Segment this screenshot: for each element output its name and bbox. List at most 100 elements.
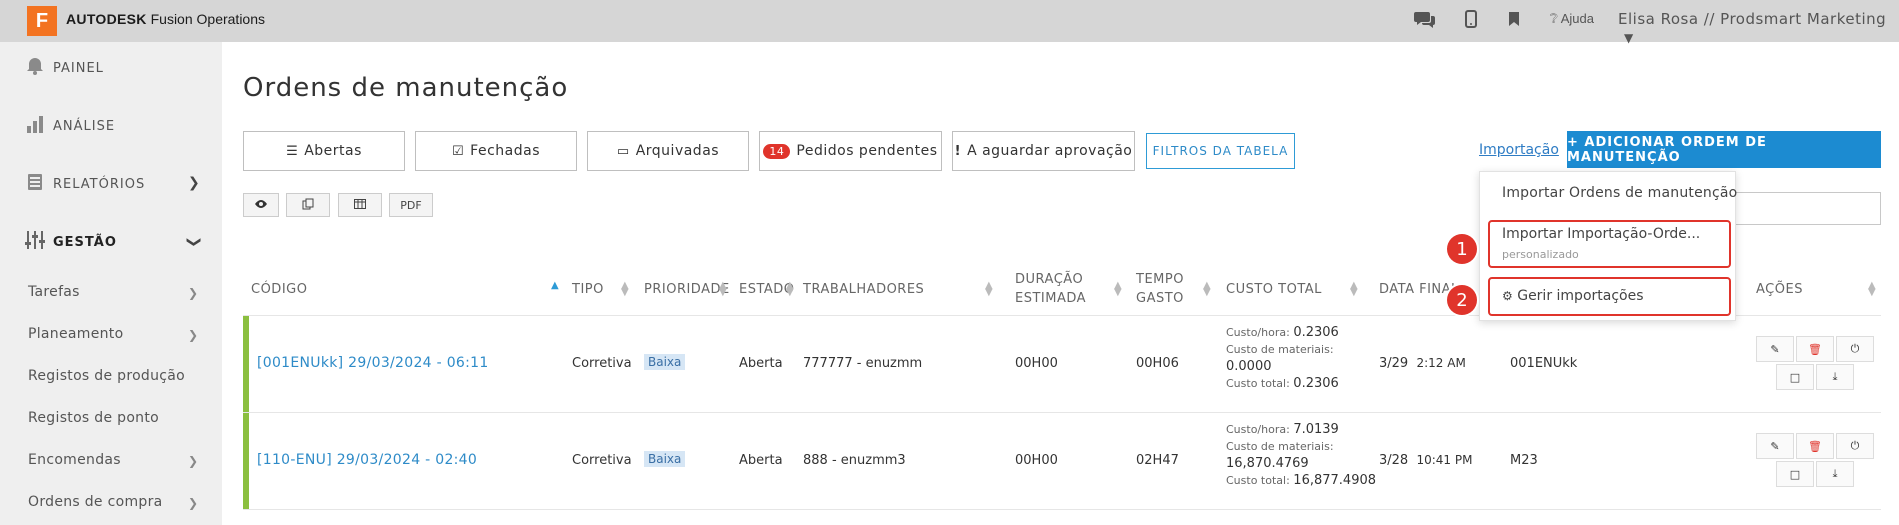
menu-item-import-custom[interactable]: Importar Importação-Orde... [1502, 226, 1700, 242]
eye-icon [254, 199, 268, 212]
pdf-button[interactable]: PDF [389, 193, 433, 217]
archive-button[interactable]: □ [1776, 364, 1814, 390]
col-header-time[interactable]: TEMPO GASTO [1136, 270, 1184, 308]
sort-icon[interactable]: ▲ ▼ [1203, 281, 1211, 298]
tab-label: Arquivadas [635, 143, 720, 159]
chevron-down-icon: ❯ [185, 236, 202, 248]
sidebar-item-painel[interactable]: PAINEL [25, 53, 104, 83]
col-header-total-cost[interactable]: CUSTO TOTAL [1226, 280, 1322, 299]
bar-chart-icon [25, 115, 45, 138]
sort-asc-icon[interactable]: ▲ [551, 281, 559, 291]
cost-value: 16,877.4908 [1293, 473, 1377, 488]
menu-item-manage-imports[interactable]: ⚙ Gerir importações [1502, 288, 1644, 304]
header-line: ESTIMADA [1015, 291, 1087, 306]
brand-bold: AUTODESK [66, 11, 147, 27]
col-header-workers[interactable]: TRABALHADORES [803, 280, 924, 299]
sidebar-subitem-registos-ponto[interactable]: Registos de ponto [28, 410, 159, 426]
view-button[interactable] [243, 193, 279, 217]
end-date: 3/28 10:41 PM [1379, 453, 1472, 468]
power-button[interactable]: ⏻︎ [1836, 336, 1874, 362]
order-workers: 888 - enuzmm3 [803, 453, 906, 468]
square-icon: □ [1789, 467, 1801, 481]
menu-item-import-maintenance-orders[interactable]: Importar Ordens de manutenção [1502, 185, 1737, 201]
delete-button[interactable]: 🗑︎ [1796, 336, 1834, 362]
end-date-time: 2:12 AM [1416, 356, 1466, 370]
bookmark-icon[interactable] [1508, 11, 1520, 32]
menu-item-sub-label: personalizado [1502, 248, 1579, 261]
download-button[interactable]: ⤓ [1816, 461, 1854, 487]
sort-icon[interactable]: ▲ ▼ [719, 281, 727, 298]
tab-arquivadas[interactable]: ▭ Arquivadas [587, 131, 749, 171]
sidebar-subitem-encomendas[interactable]: Encomendas [28, 452, 121, 468]
power-button[interactable]: ⏻︎ [1836, 433, 1874, 459]
tab-fechadas[interactable]: ☑ Fechadas [415, 131, 577, 171]
step-marker-1: 1 [1447, 234, 1477, 264]
import-link[interactable]: Importação [1479, 142, 1559, 158]
table-filters-button[interactable]: FILTROS DA TABELA [1146, 133, 1295, 169]
gears-icon: ⚙ [1502, 289, 1513, 303]
col-header-priority[interactable]: PRIORIDADE [644, 280, 730, 299]
sort-icon[interactable]: ▲ ▼ [985, 281, 993, 298]
sidebar-subitem-ordens-compra[interactable]: Ordens de compra [28, 494, 163, 510]
order-state: Aberta [739, 453, 783, 468]
sort-icon[interactable]: ▲ ▼ [621, 281, 629, 298]
sort-icon[interactable]: ▲ ▼ [1114, 281, 1122, 298]
check-square-icon: ☑ [452, 143, 465, 159]
columns-button[interactable] [338, 193, 382, 217]
top-bar: F AUTODESK Fusion Operations ❔︎ Ajuda El… [0, 0, 1899, 45]
delete-button[interactable]: 🗑︎ [1796, 433, 1834, 459]
sidebar-item-relatorios[interactable]: RELATÓRIOS [25, 169, 145, 199]
priority-tag: Baixa [644, 354, 686, 370]
trash-icon: 🗑︎ [1808, 439, 1822, 453]
search-input[interactable] [1720, 192, 1881, 225]
user-menu[interactable]: Elisa Rosa // Prodsmart Marketing ▼ [1618, 10, 1899, 46]
cost-block: Custo/hora: 7.0139 Custo de materiais: 1… [1226, 421, 1376, 489]
exclamation-icon: ! [954, 143, 962, 159]
time-spent: 02H47 [1136, 453, 1179, 468]
sidebar-subitem-tarefas[interactable]: Tarefas [28, 284, 80, 300]
sidebar-item-analise[interactable]: ANÁLISE [25, 111, 115, 141]
tab-pedidos-pendentes[interactable]: 14 Pedidos pendentes [759, 131, 942, 171]
sort-icon[interactable]: ▲ ▼ [1868, 281, 1876, 298]
order-type: Corretiva [572, 356, 632, 371]
sidebar: PAINEL ANÁLISE RELATÓRIOS ❯ GESTÃO ❯ Tar… [0, 42, 222, 525]
edit-button[interactable]: ✎ [1756, 336, 1794, 362]
tab-abertas[interactable]: ☰ Abertas [243, 131, 405, 171]
cost-value: 0.2306 [1293, 376, 1339, 391]
sort-icon[interactable]: ▲ ▼ [786, 281, 794, 298]
chevron-right-icon: ❯ [188, 496, 199, 510]
chevron-right-icon: ❯ [188, 286, 199, 300]
tab-a-aguardar-aprovacao[interactable]: ! A aguardar aprovação [952, 131, 1135, 171]
copy-button[interactable] [286, 193, 330, 217]
chat-icon[interactable] [1414, 9, 1436, 34]
edit-button[interactable]: ✎ [1756, 433, 1794, 459]
add-maintenance-order-button[interactable]: + ADICIONAR ORDEM DE MANUTENÇÃO [1567, 131, 1881, 168]
sliders-icon [25, 230, 45, 255]
sidebar-subitem-registos-producao[interactable]: Registos de produção [28, 368, 185, 384]
estimated-duration: 00H00 [1015, 453, 1058, 468]
col-header-type[interactable]: TIPO [572, 280, 604, 299]
download-icon: ⤓ [1832, 467, 1838, 480]
copy-icon [302, 198, 314, 213]
sidebar-item-gestao[interactable]: GESTÃO [25, 227, 117, 257]
order-code-link[interactable]: [001ENUkk] 29/03/2024 - 06:11 [257, 355, 489, 371]
fusion-logo[interactable]: F [27, 6, 57, 36]
report-icon [25, 173, 45, 196]
cost-total: Custo total: 16,877.4908 [1226, 472, 1376, 489]
cost-hour: Custo/hora: 0.2306 [1226, 324, 1339, 341]
cost-total: Custo total: 0.2306 [1226, 375, 1339, 392]
sidebar-subitem-planeamento[interactable]: Planeamento [28, 326, 123, 342]
download-button[interactable]: ⤓ [1816, 364, 1854, 390]
sort-icon[interactable]: ▲ ▼ [1350, 281, 1358, 298]
col-header-code[interactable]: CÓDIGO [251, 280, 307, 299]
tab-label: Fechadas [470, 143, 540, 159]
chevron-right-icon: ❯ [188, 175, 200, 191]
order-code-link[interactable]: [110-ENU] 29/03/2024 - 02:40 [257, 452, 477, 468]
end-date: 3/29 2:12 AM [1379, 356, 1466, 371]
archive-button[interactable]: □ [1776, 461, 1814, 487]
help-link[interactable]: ❔︎ Ajuda [1550, 11, 1594, 27]
mobile-icon[interactable] [1465, 10, 1477, 33]
step-marker-2: 2 [1447, 285, 1477, 315]
end-date-day: 3/29 [1379, 356, 1409, 371]
col-header-duration[interactable]: DURAÇÃO ESTIMADA [1015, 270, 1086, 308]
